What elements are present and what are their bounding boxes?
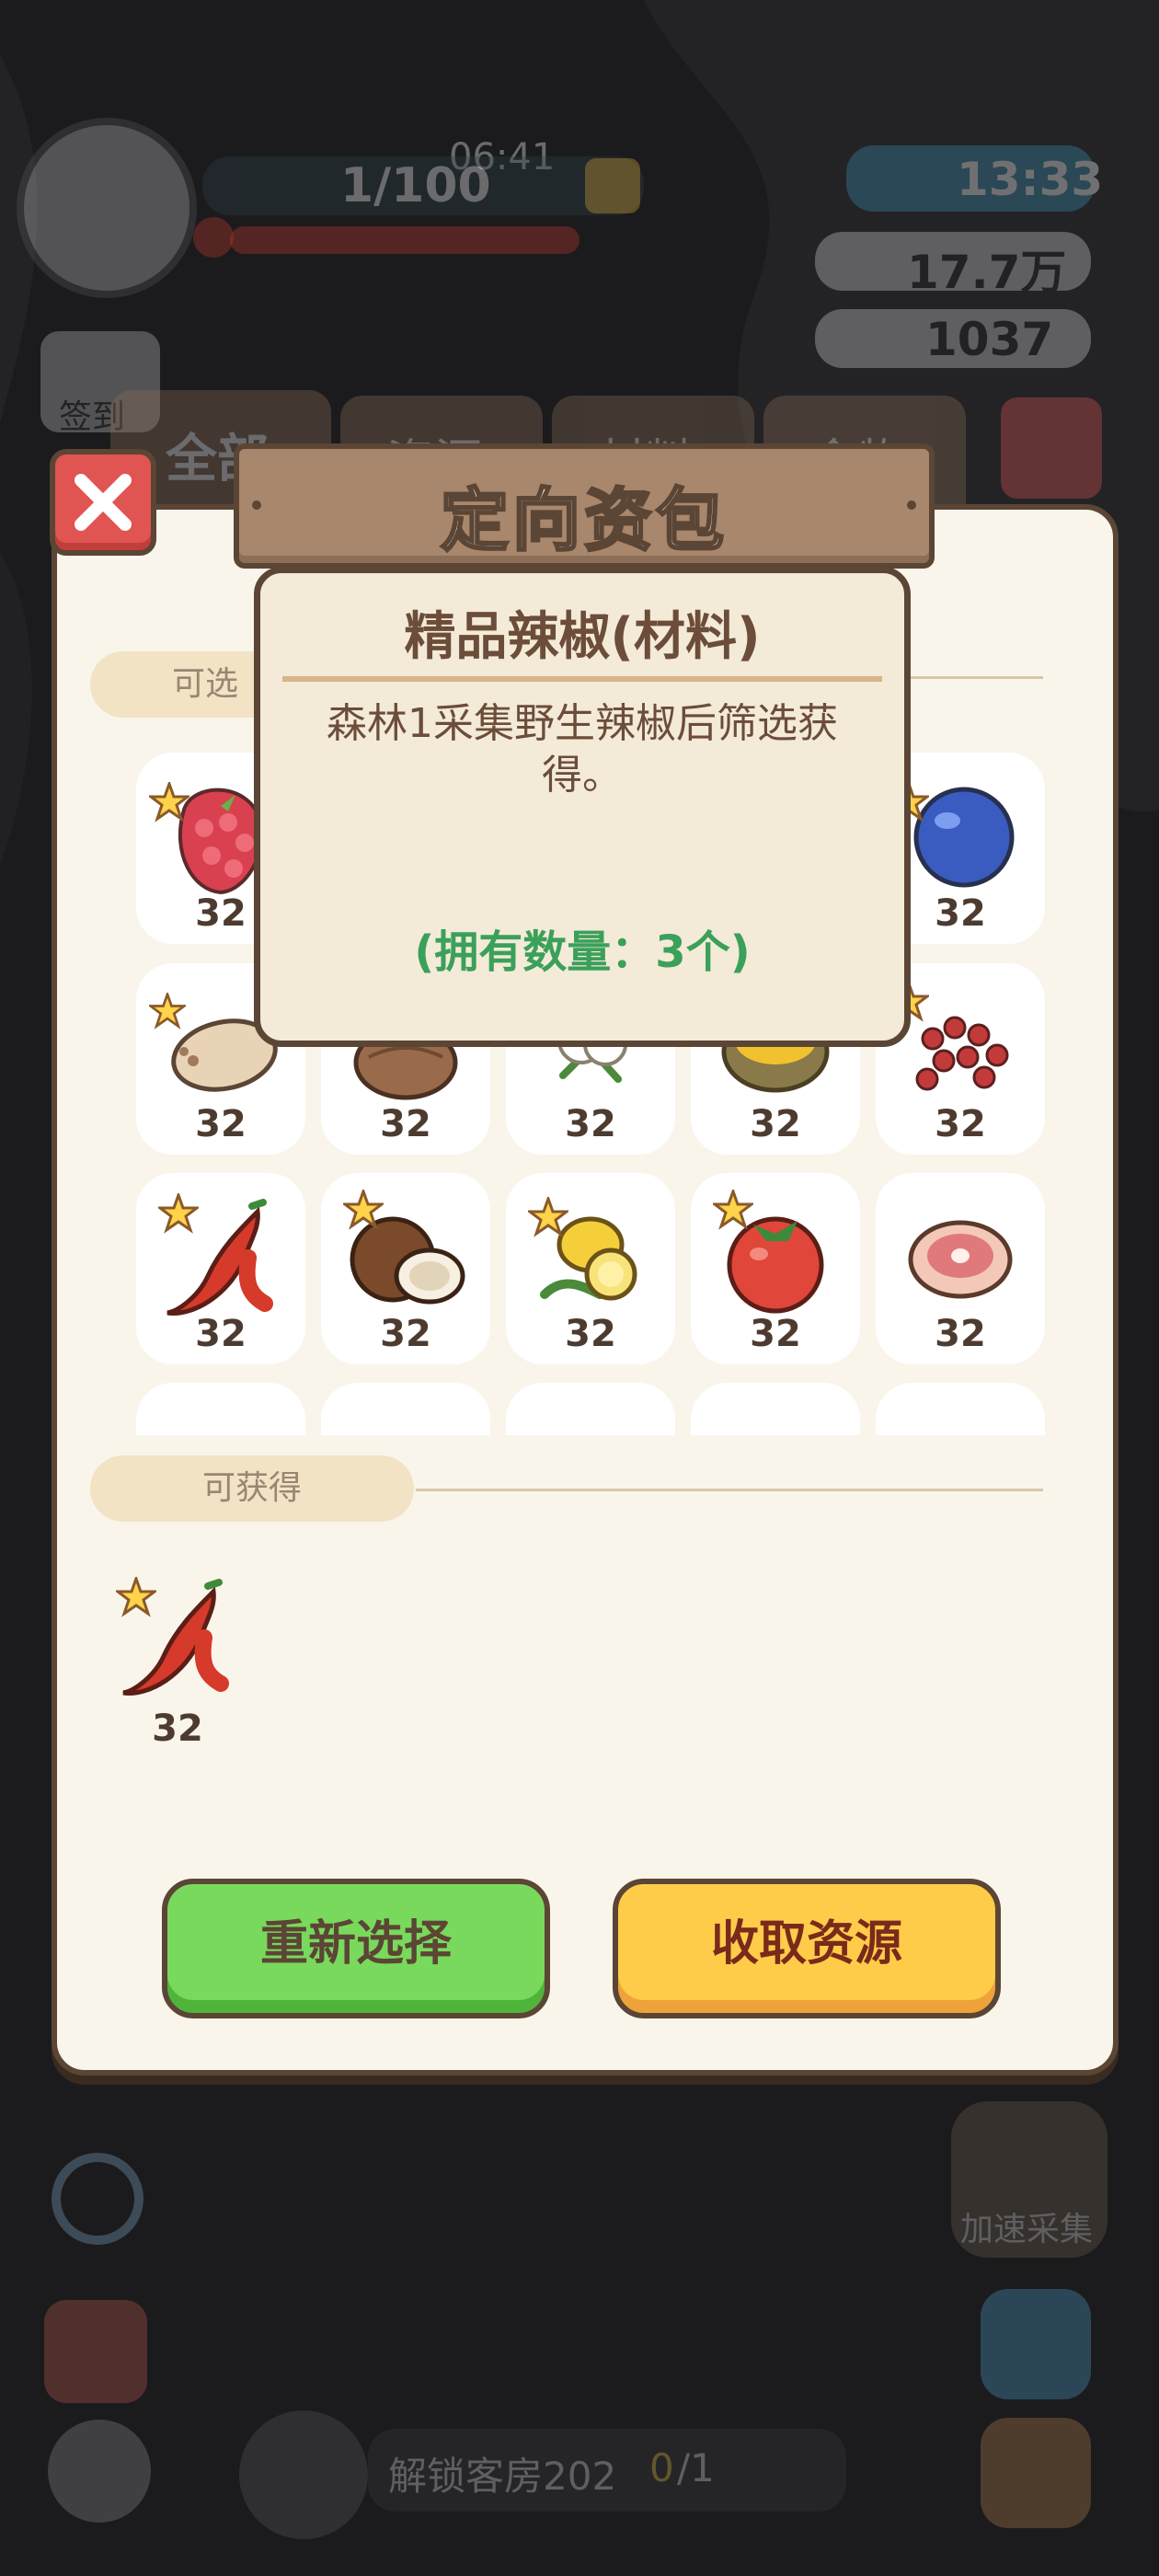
- item-cell[interactable]: [506, 1383, 675, 1435]
- star-badge-icon: [713, 1190, 753, 1230]
- item-count: 32: [380, 1103, 431, 1145]
- whistle-icon[interactable]: [981, 2289, 1091, 2399]
- section-obtainable-divider: [416, 1489, 1043, 1491]
- tooltip-owned-count: (拥有数量：3个): [414, 926, 751, 978]
- star-badge-icon: [116, 1577, 156, 1617]
- task-banner[interactable]: 解锁客房202 0 /1: [368, 2429, 846, 2512]
- item-count: 32: [380, 1313, 431, 1355]
- item-count: 32: [565, 1103, 616, 1145]
- obtainable-item-count: 32: [152, 1708, 203, 1750]
- timer-value: 13:33: [957, 153, 1104, 206]
- task-progress-current: 0: [649, 2445, 674, 2490]
- health-bar: [230, 226, 580, 254]
- item-cell-tomato[interactable]: 32: [691, 1173, 860, 1364]
- heart-icon: [193, 217, 234, 258]
- item-cell-ham[interactable]: 32: [876, 1173, 1045, 1364]
- tooltip-divider: [282, 676, 882, 682]
- background-close-button[interactable]: [1001, 397, 1102, 499]
- dialog-title-plate: 定向资包: [234, 443, 935, 569]
- task-book-icon[interactable]: [239, 2410, 368, 2539]
- mushroom-house-icon[interactable]: [981, 2418, 1091, 2528]
- star-badge-icon: [149, 782, 189, 822]
- item-cell[interactable]: [691, 1383, 860, 1435]
- obtainable-item[interactable]: 32: [109, 1564, 247, 1757]
- gems-pill: 1037: [815, 309, 1091, 368]
- task-text: 解锁客房202: [388, 2454, 617, 2499]
- collect-button-label: 收取资源: [710, 1916, 902, 1972]
- energy-bar: 1/100: [202, 156, 644, 215]
- star-badge-icon: [528, 1197, 568, 1237]
- section-obtainable-tag: 可获得: [90, 1455, 414, 1522]
- speed-collect-label: 加速采集: [960, 2211, 1094, 2248]
- gems-value: 1037: [925, 313, 1054, 366]
- dialog-title: 定向资包: [440, 480, 728, 562]
- item-tooltip: 精品辣椒(材料) 森林1采集野生辣椒后筛选获得。 (拥有数量：3个): [254, 567, 911, 1047]
- item-cell-chili-pepper[interactable]: 32: [136, 1173, 305, 1364]
- item-count: 32: [195, 1103, 247, 1145]
- energy-value: 1/100: [340, 158, 491, 213]
- item-count: 32: [935, 1313, 986, 1355]
- item-count: 32: [195, 1313, 247, 1355]
- timer-pill: 13:33: [846, 145, 1103, 212]
- item-cell-coconut[interactable]: 32: [321, 1173, 490, 1364]
- speed-collect-button[interactable]: 加速采集: [951, 2101, 1107, 2258]
- add-energy-button[interactable]: [585, 158, 640, 213]
- item-cell[interactable]: [876, 1383, 1045, 1435]
- item-cell[interactable]: [321, 1383, 490, 1435]
- coins-pill: 17.7万: [815, 232, 1091, 299]
- item-count: 32: [935, 1103, 986, 1145]
- backpack-icon[interactable]: [44, 2300, 147, 2403]
- star-badge-icon: [343, 1190, 384, 1230]
- paw-icon[interactable]: [48, 2420, 151, 2523]
- coins-value: 17.7万: [907, 246, 1067, 299]
- tooltip-item-name: 精品辣椒(材料): [404, 607, 761, 667]
- magnifier-icon[interactable]: [52, 2153, 143, 2245]
- star-badge-icon: [158, 1193, 199, 1234]
- task-progress-total: /1: [677, 2445, 715, 2490]
- collect-resources-button[interactable]: 收取资源: [613, 1879, 1001, 2018]
- close-icon: [75, 474, 132, 531]
- dialog-close-button[interactable]: [50, 449, 156, 556]
- item-count: 32: [750, 1103, 801, 1145]
- item-count: 32: [565, 1313, 616, 1355]
- item-cell[interactable]: [136, 1383, 305, 1435]
- tooltip-description: 森林1采集野生辣椒后筛选获得。: [327, 700, 838, 799]
- reselect-button-label: 重新选择: [259, 1916, 452, 1972]
- avatar[interactable]: [17, 118, 197, 298]
- section-obtainable-label: 可获得: [201, 1469, 302, 1507]
- star-badge-icon: [149, 993, 186, 1029]
- item-cell-lemon[interactable]: 32: [506, 1173, 675, 1364]
- section-selectable-label: 可选: [171, 665, 238, 703]
- ham-icon: [908, 1220, 1013, 1299]
- item-count: 32: [750, 1313, 801, 1355]
- reselect-button[interactable]: 重新选择: [162, 1879, 550, 2018]
